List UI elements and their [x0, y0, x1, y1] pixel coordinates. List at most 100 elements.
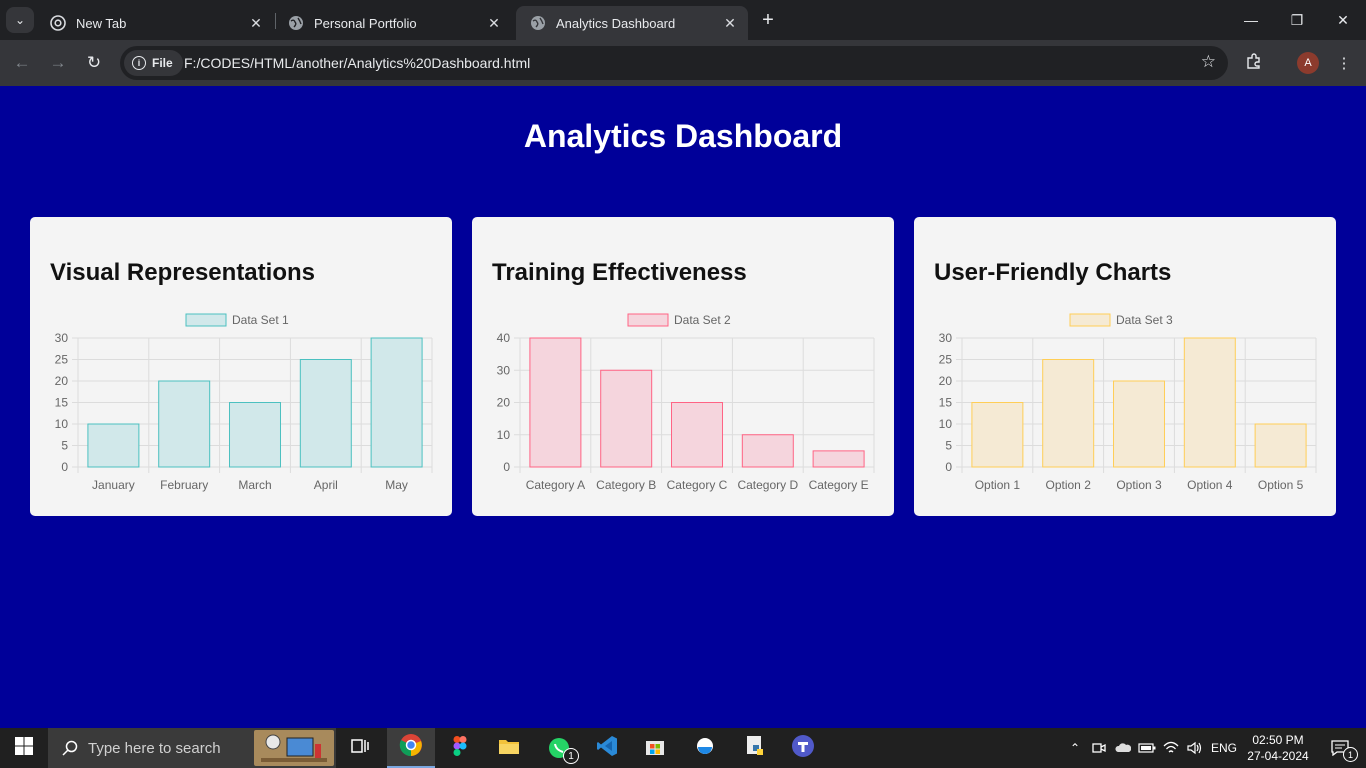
info-icon: i — [132, 56, 146, 70]
minimize-button[interactable]: — — [1228, 0, 1274, 40]
search-highlight-image — [254, 730, 334, 766]
y-tick-label: 5 — [61, 439, 68, 453]
close-tab-icon[interactable]: ✕ — [248, 15, 264, 31]
legend-label: Data Set 2 — [674, 313, 731, 327]
tab-search-button[interactable]: ⌄ — [6, 7, 34, 33]
meet-now-icon[interactable] — [1088, 728, 1110, 768]
x-tick-label: Category B — [596, 478, 656, 492]
app-taskbar-button[interactable] — [684, 728, 726, 768]
restore-button[interactable]: ❐ — [1274, 0, 1320, 40]
x-tick-label: Option 4 — [1187, 478, 1233, 492]
menu-button[interactable]: ⋮ — [1330, 49, 1358, 77]
notification-badge: 1 — [563, 748, 579, 764]
bar — [741, 434, 794, 468]
more-vert-icon: ⋮ — [1336, 55, 1352, 72]
chrome-icon — [399, 733, 423, 762]
whatsapp-icon: 1 — [547, 736, 579, 764]
chart-card-user-friendly-charts: User-Friendly Charts Data Set 3 0 5 10 15 20 2… — [914, 217, 1336, 516]
windows-logo-icon — [15, 736, 33, 760]
x-tick-label: Option 5 — [1258, 478, 1304, 492]
legend-label: Data Set 3 — [1116, 313, 1173, 327]
site-info-chip[interactable]: i File — [124, 50, 183, 76]
python-file-taskbar-button[interactable] — [734, 728, 776, 768]
file-explorer-taskbar-button[interactable] — [488, 728, 530, 768]
start-button[interactable] — [0, 728, 48, 768]
bar — [671, 402, 723, 468]
bar — [600, 369, 653, 468]
y-tick-label: 30 — [55, 331, 69, 345]
vscode-taskbar-button[interactable] — [586, 728, 628, 768]
chevron-up-icon: ⌃ — [1069, 741, 1081, 755]
bar — [1183, 337, 1236, 468]
y-tick-label: 0 — [503, 460, 510, 474]
new-tab-button[interactable]: + — [756, 8, 780, 32]
y-tick-label: 20 — [939, 374, 953, 388]
y-tick-label: 30 — [939, 331, 953, 345]
clock[interactable]: 02:50 PM 27-04-2024 — [1244, 728, 1312, 768]
bar — [1254, 423, 1307, 468]
bar-chart-data-set-3: Data Set 3 0 5 10 15 20 25 30 Option 1 Option 2 Op… — [939, 313, 1317, 492]
address-bar[interactable]: i File F:/CODES/HTML/another/Analytics%2… — [120, 46, 1228, 80]
globe-icon — [288, 15, 304, 31]
figma-icon — [453, 735, 467, 761]
bar — [1113, 380, 1165, 468]
legend-swatch — [185, 313, 227, 327]
x-tick-label: April — [314, 478, 338, 492]
browser-toolbar: ← → ↻ i File F:/CODES/HTML/another/Analy… — [0, 40, 1366, 86]
minimize-icon: — — [1244, 12, 1258, 28]
tab-title: Personal Portfolio — [314, 15, 417, 31]
back-button[interactable]: ← — [8, 49, 36, 77]
tab-analytics-dashboard[interactable]: Analytics Dashboard ✕ — [516, 6, 748, 40]
bookmark-star-icon[interactable]: ☆ — [1201, 52, 1216, 72]
extensions-button[interactable] — [1240, 49, 1268, 77]
search-placeholder: Type here to search — [88, 739, 221, 757]
forward-button[interactable]: → — [44, 49, 72, 77]
chrome-taskbar-button[interactable] — [387, 728, 435, 768]
wifi-icon[interactable] — [1160, 728, 1182, 768]
language-indicator[interactable]: ENG — [1208, 728, 1240, 768]
battery-icon[interactable] — [1136, 728, 1158, 768]
arrow-left-icon: ← — [13, 53, 31, 72]
y-tick-label: 15 — [55, 396, 69, 410]
task-view-button[interactable] — [340, 728, 380, 768]
tab-personal-portfolio[interactable]: Personal Portfolio ✕ — [274, 6, 512, 40]
volume-icon[interactable] — [1184, 728, 1206, 768]
bar — [812, 450, 865, 468]
close-window-button[interactable]: ✕ — [1320, 0, 1366, 40]
y-tick-label: 0 — [61, 460, 68, 474]
close-tab-icon[interactable]: ✕ — [486, 15, 502, 31]
teams-taskbar-button[interactable] — [782, 728, 824, 768]
profile-avatar[interactable]: A — [1297, 52, 1319, 74]
bar — [529, 337, 582, 468]
close-tab-icon[interactable]: ✕ — [722, 15, 738, 31]
globe-icon — [530, 15, 546, 31]
chart-card-training-effectiveness: Training Effectiveness Data Set 2 0 10 20 30… — [472, 217, 894, 516]
show-hidden-icons-button[interactable]: ⌃ — [1064, 728, 1086, 768]
whatsapp-taskbar-button[interactable]: 1 — [538, 728, 580, 768]
y-tick-label: 30 — [497, 363, 511, 377]
notification-center-button[interactable]: 1 — [1318, 728, 1362, 768]
y-tick-label: 20 — [497, 396, 511, 410]
y-tick-label: 15 — [939, 396, 953, 410]
task-view-icon — [351, 738, 369, 759]
onedrive-icon[interactable] — [1112, 728, 1134, 768]
taskbar-search-box[interactable]: Type here to search — [48, 728, 336, 768]
legend-swatch — [1069, 313, 1111, 327]
tab-new-tab[interactable]: New Tab ✕ — [36, 6, 274, 40]
figma-taskbar-button[interactable] — [440, 728, 480, 768]
page-title: Analytics Dashboard — [523, 118, 843, 154]
restore-icon: ❐ — [1290, 11, 1304, 28]
notification-icon: 1 — [1331, 740, 1358, 762]
bar — [158, 380, 211, 468]
tab-title: New Tab — [76, 15, 127, 31]
bar — [971, 402, 1024, 468]
x-tick-label: Option 3 — [1116, 478, 1162, 492]
arrow-right-icon: → — [49, 53, 67, 72]
bar — [1042, 359, 1095, 468]
reload-button[interactable]: ↻ — [80, 49, 108, 77]
x-tick-label: Option 1 — [975, 478, 1021, 492]
url-text[interactable]: F:/CODES/HTML/another/Analytics%20Dashbo… — [184, 55, 530, 71]
plus-icon: + — [762, 8, 774, 31]
page-content: Analytics Dashboard Visual Representatio… — [0, 86, 1366, 728]
microsoft-store-taskbar-button[interactable] — [634, 728, 676, 768]
